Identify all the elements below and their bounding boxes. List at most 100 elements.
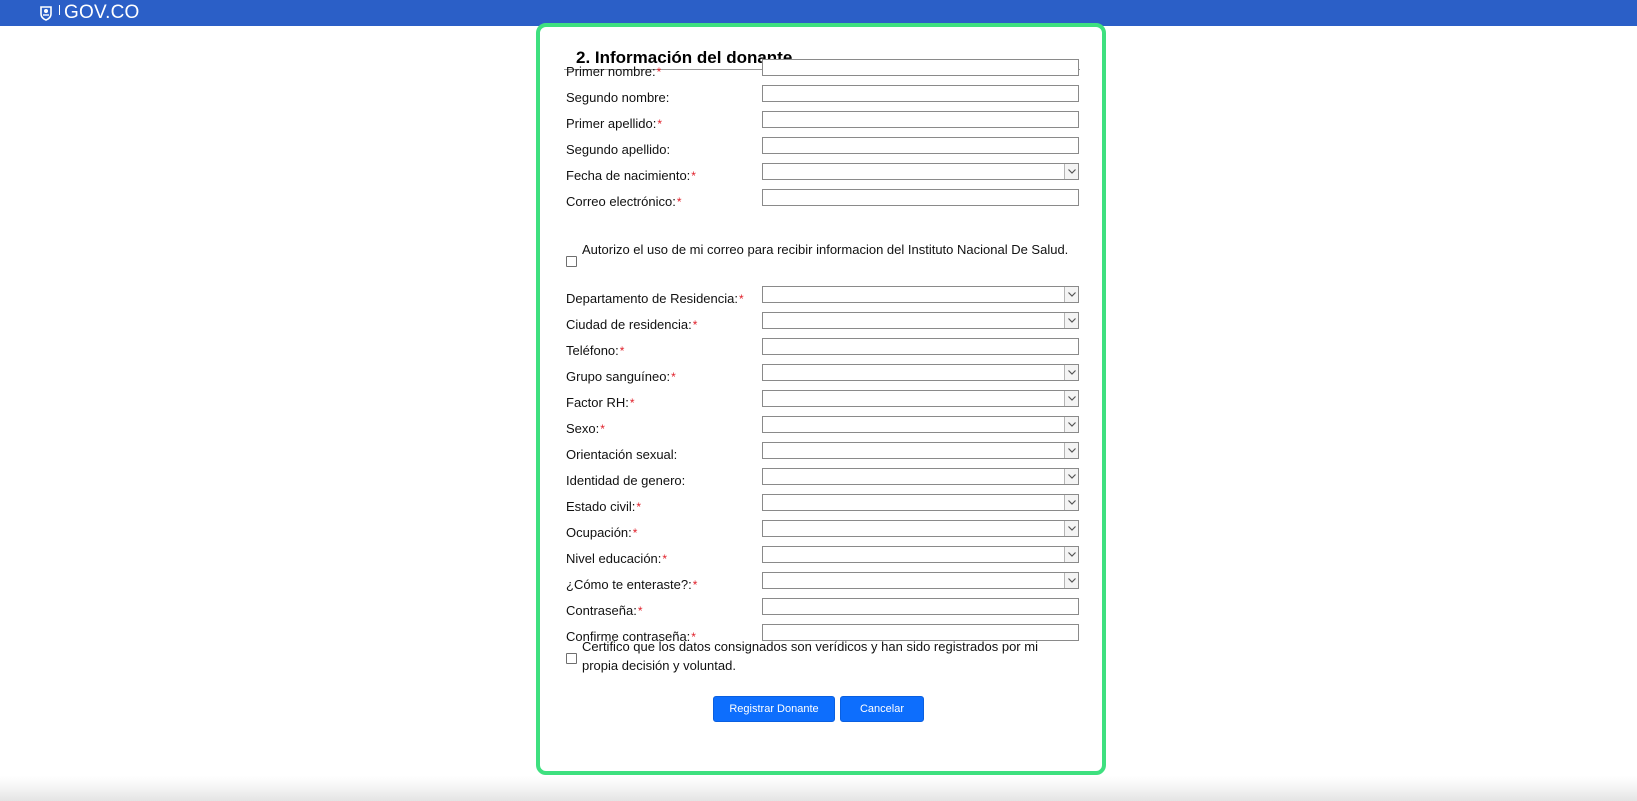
- orientacion-sexual-select[interactable]: [762, 442, 1079, 459]
- donor-form-card: 2. Información del donante Primer nombre…: [536, 23, 1106, 775]
- bottom-shadow: [0, 776, 1637, 801]
- nivel-educacion-select[interactable]: [762, 546, 1079, 563]
- fecha-de-nacimiento-label: Fecha de nacimiento:*: [566, 168, 696, 183]
- correo-electronico-label-text: Correo electrónico:: [566, 194, 676, 209]
- chevron-down-icon: [1064, 164, 1078, 179]
- ciudad-de-residencia-label-text: Ciudad de residencia:: [566, 317, 692, 332]
- required-marker: *: [636, 500, 642, 514]
- gov-brand-text: GOV.CO: [64, 2, 140, 23]
- como-te-enteraste-label: ¿Cómo te enteraste?:*: [566, 577, 697, 592]
- primer-apellido-row: Primer apellido:*: [566, 111, 1086, 135]
- grupo-sanguineo-label-text: Grupo sanguíneo:: [566, 369, 671, 384]
- primer-apellido-input[interactable]: [762, 111, 1079, 128]
- estado-civil-select[interactable]: [762, 494, 1079, 511]
- ocupacion-label: Ocupación:*: [566, 525, 637, 540]
- ciudad-de-residencia-select[interactable]: [762, 312, 1079, 329]
- chevron-down-icon: [1064, 495, 1078, 510]
- required-marker: *: [691, 169, 696, 183]
- required-marker: *: [662, 552, 668, 566]
- telefono-row: Teléfono:*: [566, 338, 1086, 362]
- orientacion-sexual-label-text: Orientación sexual:: [566, 447, 678, 462]
- como-te-enteraste-label-text: ¿Cómo te enteraste?:: [566, 577, 692, 592]
- required-marker: *: [600, 422, 605, 436]
- chevron-down-icon: [1064, 469, 1078, 484]
- correo-electronico-input[interactable]: [762, 189, 1079, 206]
- sexo-row: Sexo:*: [566, 416, 1086, 440]
- telefono-label: Teléfono:*: [566, 343, 624, 358]
- estado-civil-row: Estado civil:*: [566, 494, 1086, 518]
- required-marker: *: [629, 396, 635, 410]
- segundo-apellido-input[interactable]: [762, 137, 1079, 154]
- chevron-down-icon: [1064, 547, 1078, 562]
- primer-apellido-label-text: Primer apellido:: [566, 116, 657, 131]
- departamento-de-residencia-select[interactable]: [762, 286, 1079, 303]
- orientacion-sexual-label: Orientación sexual:: [566, 447, 677, 462]
- segundo-apellido-label-text: Segundo apellido:: [566, 142, 671, 157]
- nivel-educacion-label: Nivel educación:*: [566, 551, 667, 566]
- chevron-down-icon: [1064, 365, 1078, 380]
- telefono-label-text: Teléfono:: [566, 343, 619, 358]
- correo-electronico-label: Correo electrónico:*: [566, 194, 682, 209]
- required-marker: *: [656, 65, 662, 79]
- gov-brand-link[interactable]: GOV.CO: [38, 2, 139, 24]
- primer-nombre-input[interactable]: [762, 59, 1079, 76]
- estado-civil-label-text: Estado civil:: [566, 499, 636, 514]
- chevron-down-icon: [1064, 287, 1078, 302]
- primer-nombre-label-text: Primer nombre:: [566, 64, 656, 79]
- orientacion-sexual-row: Orientación sexual:: [566, 442, 1086, 466]
- certify-text: Certifico que los datos consignados son …: [582, 639, 1038, 673]
- identidad-de-genero-select[interactable]: [762, 468, 1079, 485]
- contrasena-input[interactable]: [762, 598, 1079, 615]
- chevron-down-icon: [1064, 313, 1078, 328]
- brand-separator: [59, 5, 60, 15]
- como-te-enteraste-select[interactable]: [762, 572, 1079, 589]
- contrasena-label-text: Contraseña:: [566, 603, 637, 618]
- nivel-educacion-label-text: Nivel educación:: [566, 551, 662, 566]
- identidad-de-genero-label-text: Identidad de genero:: [566, 473, 686, 488]
- email-consent-text: Autorizo el uso de mi correo para recibi…: [582, 242, 1069, 257]
- chevron-down-icon: [1064, 391, 1078, 406]
- ocupacion-select[interactable]: [762, 520, 1079, 537]
- sexo-select[interactable]: [762, 416, 1079, 433]
- ciudad-de-residencia-row: Ciudad de residencia:*: [566, 312, 1086, 336]
- required-marker: *: [692, 318, 698, 332]
- chevron-down-icon: [1064, 521, 1078, 536]
- nivel-educacion-row: Nivel educación:*: [566, 546, 1086, 570]
- primer-apellido-label: Primer apellido:*: [566, 116, 662, 131]
- chevron-down-icon: [1064, 417, 1078, 432]
- required-marker: *: [692, 578, 698, 592]
- required-marker: *: [739, 292, 744, 306]
- contrasena-row: Contraseña:*: [566, 598, 1086, 622]
- chevron-down-icon: [1064, 443, 1078, 458]
- segundo-nombre-label: Segundo nombre:: [566, 90, 669, 105]
- cancel-button[interactable]: Cancelar: [840, 696, 924, 722]
- grupo-sanguineo-label: Grupo sanguíneo:*: [566, 369, 676, 384]
- ocupacion-label-text: Ocupación:: [566, 525, 632, 540]
- factor-rh-select[interactable]: [762, 390, 1079, 407]
- segundo-nombre-input[interactable]: [762, 85, 1079, 102]
- required-marker: *: [632, 526, 638, 540]
- email-consent-checkbox[interactable]: [566, 256, 577, 267]
- segundo-nombre-row: Segundo nombre:: [566, 85, 1086, 109]
- departamento-de-residencia-row: Departamento de Residencia:*: [566, 286, 1086, 310]
- factor-rh-row: Factor RH:*: [566, 390, 1086, 414]
- telefono-input[interactable]: [762, 338, 1079, 355]
- departamento-de-residencia-label-text: Departamento de Residencia:: [566, 291, 738, 306]
- contrasena-label: Contraseña:*: [566, 603, 643, 618]
- required-marker: *: [619, 344, 625, 358]
- colombia-coat-of-arms-icon: [38, 5, 54, 21]
- identidad-de-genero-row: Identidad de genero:: [566, 468, 1086, 492]
- ocupacion-row: Ocupación:*: [566, 520, 1086, 544]
- estado-civil-label: Estado civil:*: [566, 499, 641, 514]
- required-marker: *: [671, 370, 676, 384]
- chevron-down-icon: [1064, 573, 1078, 588]
- fecha-de-nacimiento-label-text: Fecha de nacimiento:: [566, 168, 691, 183]
- register-donor-button[interactable]: Registrar Donante: [713, 696, 835, 722]
- fecha-de-nacimiento-select[interactable]: [762, 163, 1079, 180]
- certify-checkbox[interactable]: [566, 653, 577, 664]
- factor-rh-label-text: Factor RH:: [566, 395, 629, 410]
- sexo-label: Sexo:*: [566, 421, 605, 436]
- grupo-sanguineo-select[interactable]: [762, 364, 1079, 381]
- segundo-apellido-label: Segundo apellido:: [566, 142, 670, 157]
- como-te-enteraste-row: ¿Cómo te enteraste?:*: [566, 572, 1086, 596]
